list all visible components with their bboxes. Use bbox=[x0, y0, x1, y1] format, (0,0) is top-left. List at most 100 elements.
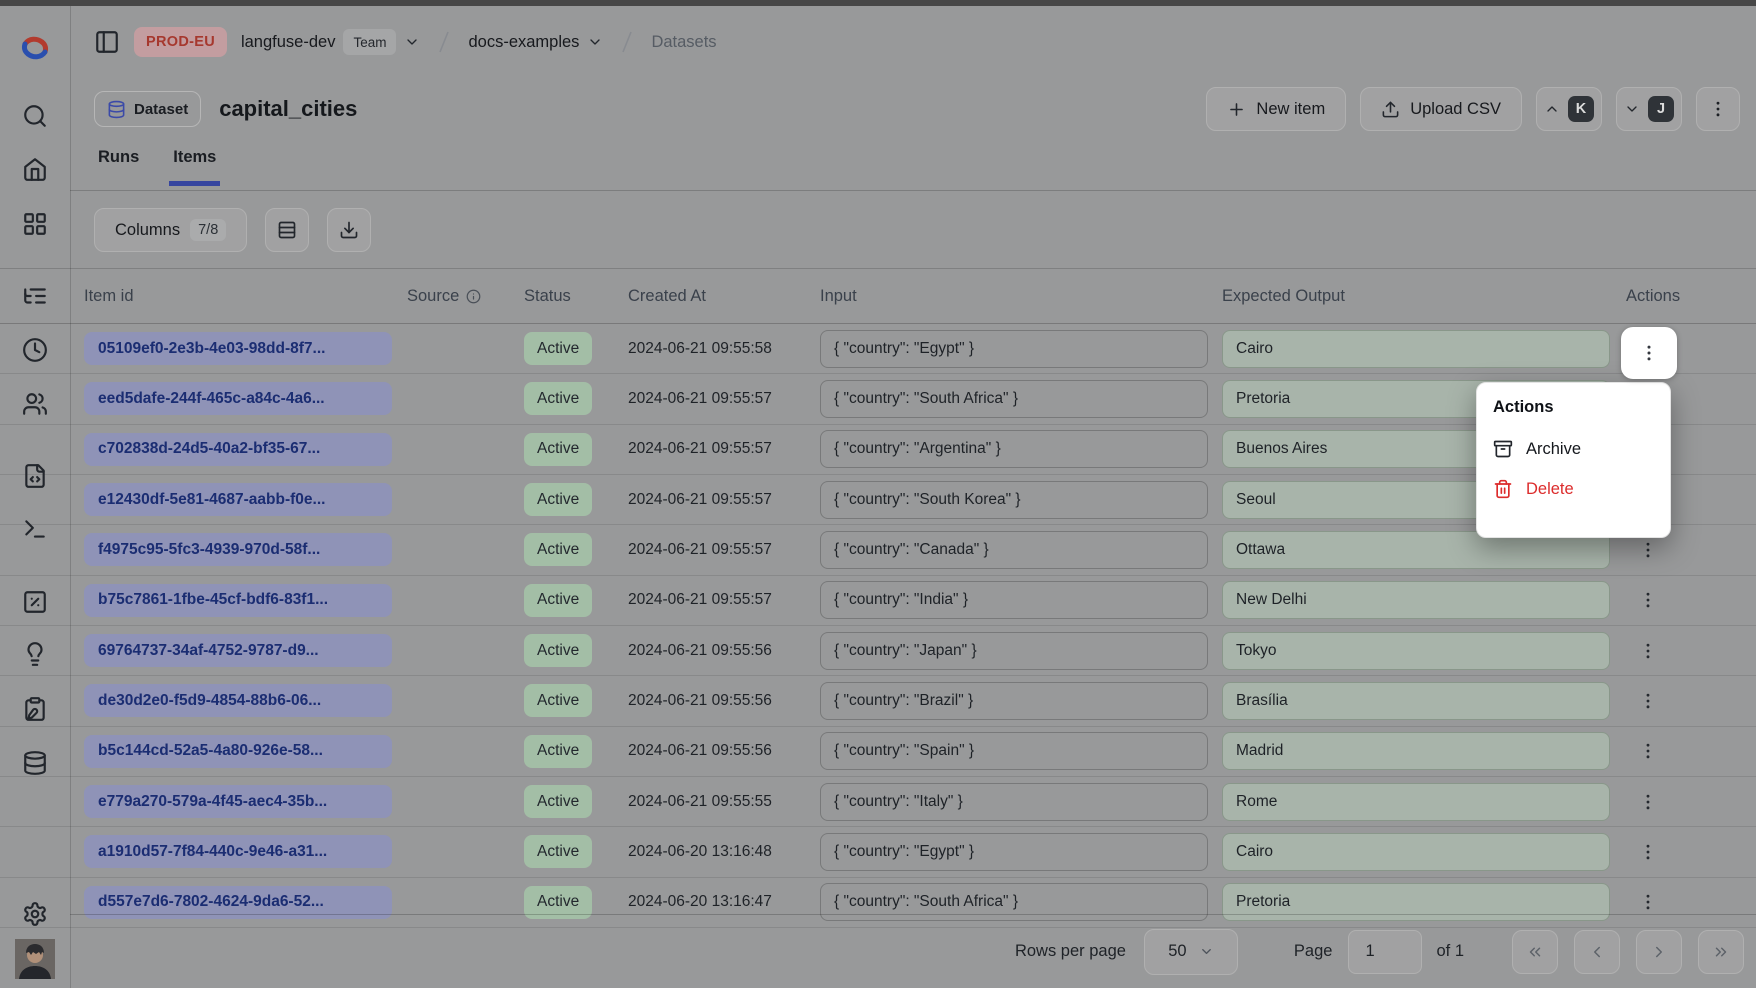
search-icon[interactable] bbox=[22, 103, 48, 129]
input-value-box[interactable]: { "country": "Japan" } bbox=[820, 632, 1208, 670]
row-actions-button[interactable] bbox=[1628, 631, 1668, 671]
cell-status: Active bbox=[524, 584, 628, 617]
item-id-badge[interactable]: b75c7861-1fbe-45cf-bdf6-83f1... bbox=[84, 584, 392, 617]
page-number-input[interactable] bbox=[1348, 930, 1422, 974]
item-id-badge[interactable]: e779a270-579a-4f45-aec4-35b... bbox=[84, 785, 392, 818]
row-actions-button[interactable] bbox=[1628, 832, 1668, 872]
export-button[interactable] bbox=[327, 208, 371, 252]
expected-output-box[interactable]: Cairo bbox=[1222, 330, 1610, 368]
project-name: docs-examples bbox=[468, 33, 579, 52]
breadcrumb-project[interactable]: docs-examples bbox=[468, 33, 603, 52]
row-actions-button[interactable] bbox=[1628, 782, 1668, 822]
expected-output-box[interactable]: Madrid bbox=[1222, 732, 1610, 770]
previous-page-button[interactable] bbox=[1574, 930, 1620, 974]
first-page-button[interactable] bbox=[1512, 930, 1558, 974]
columns-button[interactable]: Columns 7/8 bbox=[94, 208, 247, 252]
cell-expected-output: Cairo bbox=[1222, 833, 1626, 871]
trash-icon bbox=[1493, 479, 1513, 499]
row-height-button[interactable] bbox=[265, 208, 309, 252]
expected-output-box[interactable]: Brasília bbox=[1222, 682, 1610, 720]
cell-expected-output: Madrid bbox=[1222, 732, 1626, 770]
cell-expected-output: New Delhi bbox=[1222, 581, 1626, 619]
item-id-badge[interactable]: eed5dafe-244f-465c-a84c-4a6... bbox=[84, 382, 392, 415]
tab-items[interactable]: Items bbox=[169, 148, 220, 186]
user-avatar[interactable] bbox=[15, 939, 55, 979]
shortcut-key-badge: J bbox=[1648, 96, 1674, 122]
environment-badge[interactable]: PROD-EU bbox=[134, 27, 227, 57]
breadcrumb-organization[interactable]: langfuse-dev Team bbox=[241, 29, 421, 55]
cell-input: { "country": "Brazil" } bbox=[820, 682, 1222, 720]
chevron-down-icon bbox=[1624, 101, 1640, 117]
input-value-box[interactable]: { "country": "Argentina" } bbox=[820, 430, 1208, 468]
tab-runs[interactable]: Runs bbox=[94, 148, 143, 186]
rows-per-page-select[interactable]: 50 bbox=[1144, 929, 1238, 975]
input-value-box[interactable]: { "country": "Canada" } bbox=[820, 531, 1208, 569]
kebab-menu-icon bbox=[1638, 892, 1658, 912]
cell-item-id: eed5dafe-244f-465c-a84c-4a6... bbox=[84, 382, 407, 415]
item-id-badge[interactable]: f4975c95-5fc3-4939-970d-58f... bbox=[84, 533, 392, 566]
column-header-item-id: Item id bbox=[84, 287, 407, 306]
input-value-box[interactable]: { "country": "Brazil" } bbox=[820, 682, 1208, 720]
chevrons-left-icon bbox=[1526, 943, 1544, 961]
entity-label: Dataset bbox=[134, 101, 188, 118]
input-value-box[interactable]: { "country": "Italy" } bbox=[820, 783, 1208, 821]
kebab-menu-icon bbox=[1638, 540, 1658, 560]
columns-count-badge: 7/8 bbox=[190, 219, 226, 241]
row-actions-button[interactable] bbox=[1628, 580, 1668, 620]
expected-output-box[interactable]: New Delhi bbox=[1222, 581, 1610, 619]
expected-output-box[interactable]: Cairo bbox=[1222, 833, 1610, 871]
tab-bar: Runs Items bbox=[94, 148, 220, 186]
next-page-button[interactable] bbox=[1636, 930, 1682, 974]
chevron-down-icon bbox=[404, 34, 420, 50]
input-value-box[interactable]: { "country": "Egypt" } bbox=[820, 833, 1208, 871]
cell-created-at: 2024-06-21 09:55:56 bbox=[628, 742, 820, 760]
kebab-menu-icon bbox=[1638, 590, 1658, 610]
item-id-badge[interactable]: b5c144cd-52a5-4a80-926e-58... bbox=[84, 735, 392, 768]
cell-created-at: 2024-06-20 13:16:48 bbox=[628, 843, 820, 861]
dashboard-icon[interactable] bbox=[22, 211, 48, 237]
input-value-box[interactable]: { "country": "Egypt" } bbox=[820, 330, 1208, 368]
status-badge: Active bbox=[524, 835, 592, 868]
pagination-bar: Rows per page 50 Page of 1 bbox=[70, 914, 1756, 988]
item-id-badge[interactable]: c702838d-24d5-40a2-bf35-67... bbox=[84, 433, 392, 466]
cell-status: Active bbox=[524, 634, 628, 667]
cell-created-at: 2024-06-20 13:16:47 bbox=[628, 893, 820, 911]
item-id-badge[interactable]: a1910d57-7f84-440c-9e46-a31... bbox=[84, 835, 392, 868]
new-item-button[interactable]: New item bbox=[1206, 87, 1346, 131]
breadcrumb-section[interactable]: Datasets bbox=[651, 33, 716, 52]
upload-csv-button[interactable]: Upload CSV bbox=[1360, 87, 1522, 131]
expected-output-box[interactable]: Tokyo bbox=[1222, 632, 1610, 670]
item-id-badge[interactable]: e12430df-5e81-4687-aabb-f0e... bbox=[84, 483, 392, 516]
cell-created-at: 2024-06-21 09:55:57 bbox=[628, 390, 820, 408]
input-value-box[interactable]: { "country": "South Korea" } bbox=[820, 481, 1208, 519]
last-page-button[interactable] bbox=[1698, 930, 1744, 974]
next-item-button[interactable]: J bbox=[1616, 87, 1682, 131]
prev-item-button[interactable]: K bbox=[1536, 87, 1602, 131]
cell-input: { "country": "Egypt" } bbox=[820, 330, 1222, 368]
rows-per-page-label: Rows per page bbox=[1015, 942, 1126, 961]
kebab-menu-icon bbox=[1638, 641, 1658, 661]
cell-actions bbox=[1626, 580, 1756, 620]
input-value-box[interactable]: { "country": "India" } bbox=[820, 581, 1208, 619]
dataset-entity-badge: Dataset bbox=[94, 91, 201, 127]
cell-actions bbox=[1626, 782, 1756, 822]
cell-created-at: 2024-06-21 09:55:56 bbox=[628, 642, 820, 660]
sidebar-toggle-icon[interactable] bbox=[94, 29, 120, 55]
langfuse-logo bbox=[17, 30, 53, 66]
cell-status: Active bbox=[524, 835, 628, 868]
row-actions-button[interactable] bbox=[1628, 681, 1668, 721]
item-id-badge[interactable]: de30d2e0-f5d9-4854-88b6-06... bbox=[84, 684, 392, 717]
item-id-badge[interactable]: 69764737-34af-4752-9787-d9... bbox=[84, 634, 392, 667]
kebab-menu-icon bbox=[1638, 741, 1658, 761]
item-id-badge[interactable]: 05109ef0-2e3b-4e03-98dd-8f7... bbox=[84, 332, 392, 365]
row-actions-button-open[interactable] bbox=[1621, 327, 1677, 379]
column-header-source: Source bbox=[407, 287, 524, 306]
input-value-box[interactable]: { "country": "Spain" } bbox=[820, 732, 1208, 770]
expected-output-box[interactable]: Rome bbox=[1222, 783, 1610, 821]
home-icon[interactable] bbox=[22, 156, 48, 182]
header-more-actions-button[interactable] bbox=[1696, 87, 1740, 131]
row-actions-button[interactable] bbox=[1628, 731, 1668, 771]
menu-item-archive[interactable]: Archive bbox=[1491, 429, 1656, 469]
menu-item-delete[interactable]: Delete bbox=[1491, 469, 1656, 509]
input-value-box[interactable]: { "country": "South Africa" } bbox=[820, 380, 1208, 418]
